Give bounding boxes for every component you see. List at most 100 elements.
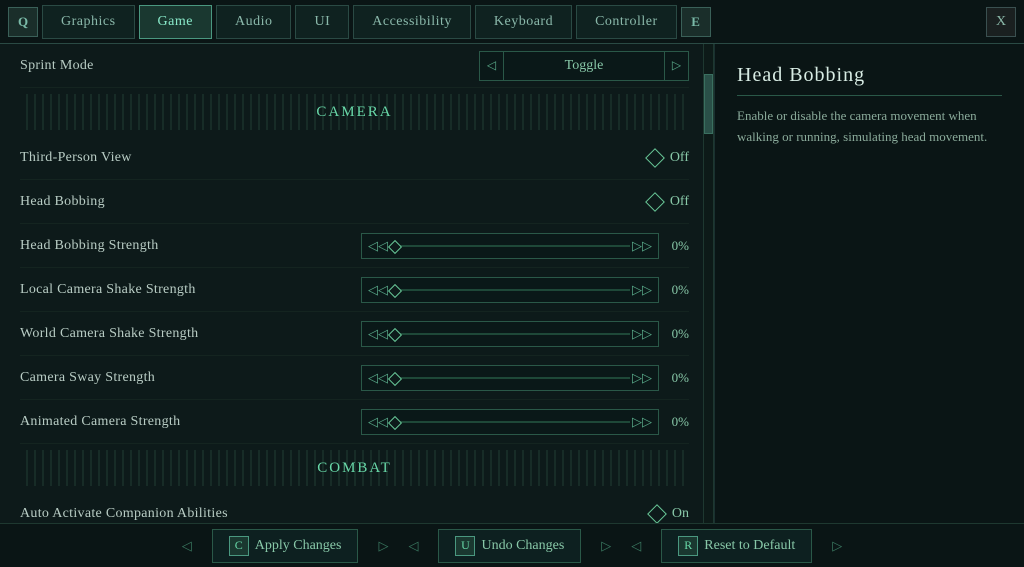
- auto-activate-value: On: [672, 506, 689, 522]
- nav-left-key[interactable]: Q: [8, 7, 38, 37]
- auto-activate-toggle[interactable]: On: [650, 506, 689, 522]
- info-panel: Head Bobbing Enable or disable the camer…: [714, 44, 1024, 523]
- info-panel-description: Enable or disable the camera movement wh…: [737, 106, 1002, 148]
- world-shake-value: 0%: [667, 326, 689, 342]
- sprint-arrow-right[interactable]: ▷: [664, 52, 688, 80]
- slider-track-local[interactable]: [390, 280, 630, 300]
- reset-key-badge: R: [678, 536, 698, 556]
- setting-row-local-shake: Local Camera Shake Strength ◁◁ ▷▷ 0%: [20, 268, 689, 312]
- apply-chevron-right: ▷: [378, 538, 388, 554]
- camera-section-label: Camera: [300, 104, 408, 121]
- tab-accessibility[interactable]: Accessibility: [353, 5, 471, 39]
- tab-keyboard[interactable]: Keyboard: [475, 5, 572, 39]
- undo-label: Undo Changes: [481, 538, 564, 554]
- hb-strength-value: 0%: [667, 238, 689, 254]
- info-panel-title: Head Bobbing: [737, 64, 1002, 96]
- slider-track-world[interactable]: [390, 324, 630, 344]
- setting-row-world-shake: World Camera Shake Strength ◁◁ ▷▷ 0%: [20, 312, 689, 356]
- head-bobbing-value: Off: [670, 194, 689, 210]
- setting-row-auto-activate: Auto Activate Companion Abilities On: [20, 492, 689, 523]
- slider-border-hb: ◁◁ ▷▷: [361, 233, 659, 259]
- apply-button[interactable]: C Apply Changes: [212, 529, 359, 563]
- diamond-icon-3: [647, 504, 667, 523]
- slider-track-sway[interactable]: [390, 368, 630, 388]
- sprint-label: Sprint Mode: [20, 58, 94, 74]
- slider-right-arrow: ▷▷: [632, 238, 652, 254]
- nav-right-key[interactable]: E: [681, 7, 711, 37]
- combat-section-header: Combat: [20, 450, 689, 486]
- scroll-thumb[interactable]: [704, 74, 713, 134]
- world-shake-slider[interactable]: ◁◁ ▷▷ 0%: [361, 321, 689, 347]
- slider-track-hb[interactable]: [390, 236, 630, 256]
- local-shake-label: Local Camera Shake Strength: [20, 282, 196, 298]
- sway-value: 0%: [667, 370, 689, 386]
- tab-audio[interactable]: Audio: [216, 5, 292, 39]
- head-bobbing-label: Head Bobbing: [20, 194, 105, 210]
- undo-chevron-left: ◁: [408, 538, 418, 554]
- auto-activate-label: Auto Activate Companion Abilities: [20, 506, 228, 522]
- tab-ui[interactable]: UI: [295, 5, 349, 39]
- slider-line-sway: [390, 377, 630, 379]
- sprint-arrow-left[interactable]: ◁: [480, 52, 504, 80]
- slider-right-arrow-5: ▷▷: [632, 414, 652, 430]
- bottom-bar: ◁ C Apply Changes ▷ ◁ U Undo Changes ▷ ◁…: [0, 523, 1024, 567]
- world-shake-label: World Camera Shake Strength: [20, 326, 198, 342]
- setting-row-sway: Camera Sway Strength ◁◁ ▷▷ 0%: [20, 356, 689, 400]
- reset-chevron-right: ▷: [832, 538, 842, 554]
- apply-label: Apply Changes: [255, 538, 342, 554]
- undo-key-badge: U: [455, 536, 475, 556]
- diamond-icon-2: [645, 192, 665, 212]
- main-layout: Sprint Mode ◁ Toggle ▷ Camera Third-Pers…: [0, 44, 1024, 523]
- slider-left-arrow-2: ◁◁: [368, 282, 388, 298]
- sway-label: Camera Sway Strength: [20, 370, 155, 386]
- apply-key-badge: C: [229, 536, 249, 556]
- slider-line-local: [390, 289, 630, 291]
- slider-right-arrow-3: ▷▷: [632, 326, 652, 342]
- apply-chevron-left: ◁: [182, 538, 192, 554]
- setting-row-hb-strength: Head Bobbing Strength ◁◁ ▷▷ 0%: [20, 224, 689, 268]
- animated-slider[interactable]: ◁◁ ▷▷ 0%: [361, 409, 689, 435]
- slider-border-world: ◁◁ ▷▷: [361, 321, 659, 347]
- tab-game[interactable]: Game: [139, 5, 212, 39]
- animated-value: 0%: [667, 414, 689, 430]
- head-bobbing-toggle[interactable]: Off: [648, 194, 689, 210]
- third-person-toggle[interactable]: Off: [648, 150, 689, 166]
- setting-row-animated: Animated Camera Strength ◁◁ ▷▷ 0%: [20, 400, 689, 444]
- sprint-dropdown[interactable]: ◁ Toggle ▷: [479, 51, 689, 81]
- local-shake-value: 0%: [667, 282, 689, 298]
- camera-section-header: Camera: [20, 94, 689, 130]
- sway-slider[interactable]: ◁◁ ▷▷ 0%: [361, 365, 689, 391]
- undo-button[interactable]: U Undo Changes: [438, 529, 581, 563]
- setting-row-head-bobbing: Head Bobbing Off: [20, 180, 689, 224]
- tab-graphics[interactable]: Graphics: [42, 5, 135, 39]
- setting-row-third-person: Third-Person View Off: [20, 136, 689, 180]
- third-person-value: Off: [670, 150, 689, 166]
- hb-strength-label: Head Bobbing Strength: [20, 238, 159, 254]
- scrollbar[interactable]: [703, 44, 713, 523]
- slider-right-arrow-2: ▷▷: [632, 282, 652, 298]
- slider-border-animated: ◁◁ ▷▷: [361, 409, 659, 435]
- slider-right-arrow-4: ▷▷: [632, 370, 652, 386]
- slider-track-animated[interactable]: [390, 412, 630, 432]
- slider-line-world: [390, 333, 630, 335]
- combat-section-label: Combat: [301, 460, 408, 477]
- third-person-label: Third-Person View: [20, 150, 132, 166]
- local-shake-slider[interactable]: ◁◁ ▷▷ 0%: [361, 277, 689, 303]
- animated-label: Animated Camera Strength: [20, 414, 180, 430]
- tab-controller[interactable]: Controller: [576, 5, 677, 39]
- slider-left-arrow: ◁◁: [368, 238, 388, 254]
- slider-left-arrow-5: ◁◁: [368, 414, 388, 430]
- reset-chevron-left: ◁: [631, 538, 641, 554]
- top-nav: Q Graphics Game Audio UI Accessibility K…: [0, 0, 1024, 44]
- slider-line-animated: [390, 421, 630, 423]
- slider-left-arrow-3: ◁◁: [368, 326, 388, 342]
- reset-button[interactable]: R Reset to Default: [661, 529, 812, 563]
- setting-row-sprint: Sprint Mode ◁ Toggle ▷: [20, 44, 689, 88]
- sprint-value: Toggle: [504, 58, 664, 74]
- slider-border-sway: ◁◁ ▷▷: [361, 365, 659, 391]
- left-panel: Sprint Mode ◁ Toggle ▷ Camera Third-Pers…: [0, 44, 714, 523]
- hb-strength-slider[interactable]: ◁◁ ▷▷ 0%: [361, 233, 689, 259]
- slider-left-arrow-4: ◁◁: [368, 370, 388, 386]
- undo-chevron-right: ▷: [601, 538, 611, 554]
- close-button[interactable]: X: [986, 7, 1016, 37]
